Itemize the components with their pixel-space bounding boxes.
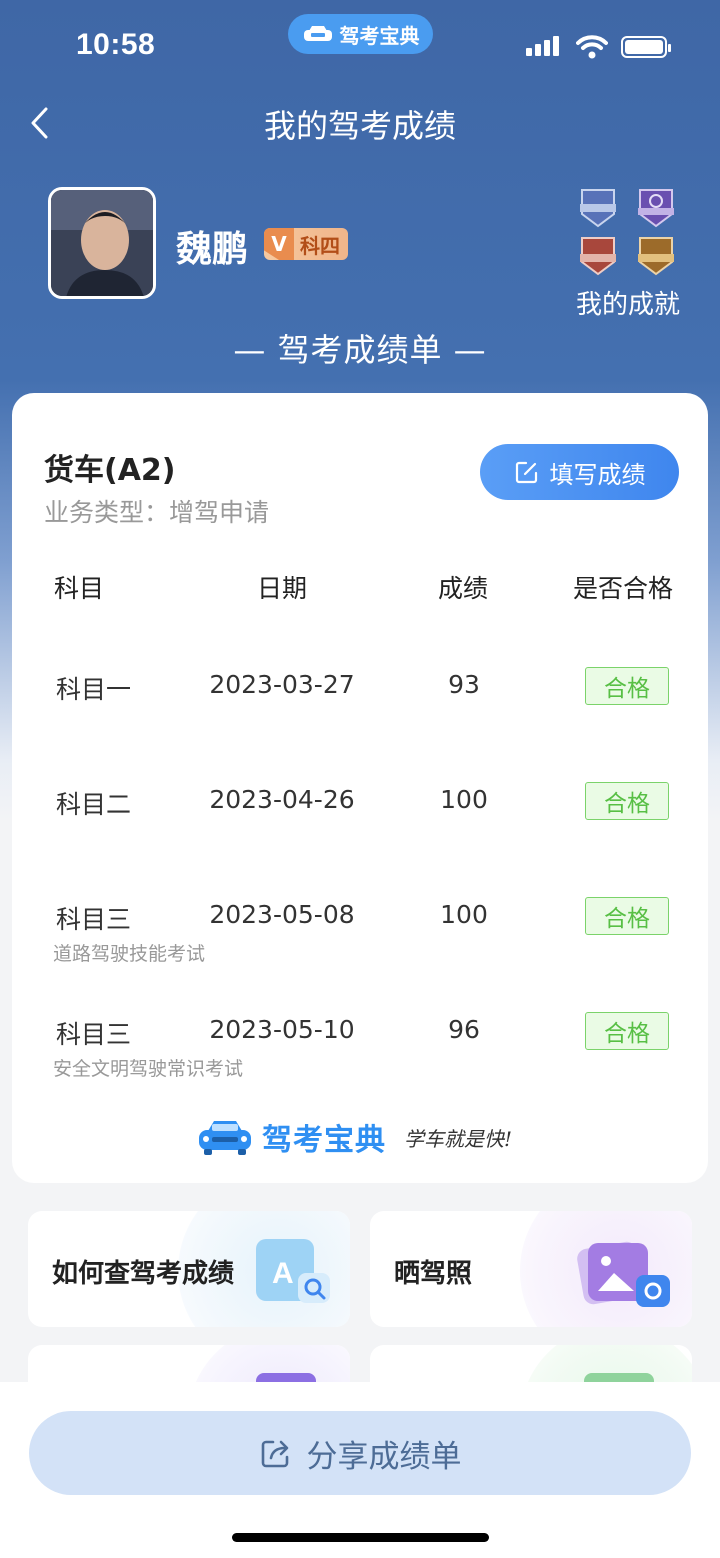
fill-score-button[interactable]: 填写成绩 [480,444,679,500]
row-subject: 科目三 [56,905,132,934]
page-title: 我的驾考成绩 [263,107,456,145]
user-name: 魏鹏 [176,229,249,270]
row-date: 2023-03-27 [209,670,355,699]
header-subject: 科目 [54,574,105,603]
row-score: 100 [440,785,488,814]
vip-level-badge: V 科四 [264,228,348,260]
share-score-button[interactable]: 分享成绩单 [29,1411,691,1495]
medal-icon [638,189,674,228]
app-pill-label: 驾考宝典 [339,23,420,48]
brand-car-icon [199,1121,251,1155]
tile-label: 如何查驾考成绩 [52,1259,235,1289]
business-type: 业务类型：增驾申请 [44,498,270,527]
avatar[interactable] [48,187,156,299]
app-indicator-pill[interactable]: 驾考宝典 [288,14,433,54]
home-indicator [232,1533,489,1542]
share-icon [261,1440,288,1468]
cellular-signal-icon [526,36,559,56]
tile-share-license[interactable]: 晒驾照 [370,1211,692,1327]
row-subject: 科目三 [56,1020,132,1049]
achievements-label[interactable]: 我的成就 [560,284,696,321]
row-subject: 科目一 [56,675,132,704]
brand-footer: 驾考宝典 学车就是快! [196,1115,512,1159]
vip-v-icon: V [264,228,294,260]
tile-how-to-check-score[interactable]: 如何查驾考成绩 A [28,1211,350,1327]
brand-name: 驾考宝典 [262,1123,386,1158]
score-sheet-title: — 驾考成绩单 — [233,331,487,369]
tile-label: 晒驾照 [394,1259,473,1289]
row-score: 96 [448,1015,480,1044]
row-note: 安全文明驾驶常识考试 [53,1058,244,1080]
row-note: 道路驾驶技能考试 [53,943,206,965]
svg-text:A: A [272,1257,294,1290]
pass-badge: 合格 [585,667,669,705]
fill-score-label: 填写成绩 [549,460,646,489]
medal-icon [638,237,674,276]
row-subject: 科目二 [56,790,132,819]
medal-icon [580,237,616,276]
car-icon [303,26,332,41]
pass-badge: 合格 [585,1012,669,1050]
row-date: 2023-05-10 [209,1015,355,1044]
pass-badge: 合格 [585,782,669,820]
header-score: 成绩 [438,574,489,603]
medal-icon [580,189,616,228]
header-pass: 是否合格 [573,574,674,603]
avatar-photo [51,190,153,296]
achievement-medals[interactable] [576,186,680,276]
row-score: 93 [448,670,480,699]
row-score: 100 [440,900,488,929]
status-bar: 10:58 驾考宝典 [0,0,720,90]
status-time: 10:58 [76,28,156,61]
header-date: 日期 [257,574,308,603]
share-score-label: 分享成绩单 [306,1438,462,1475]
row-date: 2023-04-26 [209,785,355,814]
battery-icon [621,36,671,58]
edit-icon [515,461,537,484]
vip-level-label: 科四 [300,233,340,258]
vehicle-type: 货车(A2) [44,453,176,488]
exam-query-icon: A [256,1239,330,1303]
brand-slogan: 学车就是快! [404,1126,513,1151]
photo-camera-icon [577,1241,670,1307]
score-card: 货车(A2) 业务类型：增驾申请 填写成绩 科目 日期 成绩 是否合格 科目一 … [12,393,708,1183]
wifi-icon [576,35,608,59]
row-date: 2023-05-08 [209,900,355,929]
pass-badge: 合格 [585,897,669,935]
